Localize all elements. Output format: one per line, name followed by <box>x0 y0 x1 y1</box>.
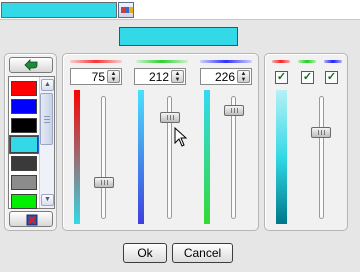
blue-channel-header <box>200 60 252 63</box>
green-slider-thumb[interactable] <box>160 112 180 123</box>
alpha-slider-thumb[interactable] <box>311 127 331 138</box>
palette-swatch-green[interactable] <box>11 194 37 209</box>
palette-swatch-red[interactable] <box>11 81 37 96</box>
palette-swatch-gray[interactable] <box>11 175 37 190</box>
red-gradient-bar <box>74 90 80 224</box>
red-value: 75 <box>91 70 105 84</box>
palette-swatch-darkgray[interactable] <box>11 156 37 171</box>
blue-value: 226 <box>214 70 235 84</box>
add-color-button[interactable] <box>9 57 53 73</box>
alpha-slider-track[interactable] <box>319 96 324 219</box>
red-value-spinner[interactable]: 75 ▲ ▼ <box>70 68 122 85</box>
delete-color-icon <box>26 214 38 226</box>
red-slider-track[interactable] <box>101 96 106 219</box>
spinner-arrows-icon[interactable]: ▲ ▼ <box>107 70 120 83</box>
color-preview <box>119 27 238 46</box>
ok-button[interactable]: Ok <box>123 243 167 263</box>
red-slider-thumb[interactable] <box>94 177 114 188</box>
scroll-down-icon[interactable]: ▼ <box>41 194 54 206</box>
green-gradient-bar <box>138 90 144 224</box>
green-value-spinner[interactable]: 212 ▲ ▼ <box>134 68 186 85</box>
cancel-button[interactable]: Cancel <box>172 243 233 263</box>
delete-color-button[interactable] <box>9 211 53 227</box>
spinner-arrows-icon[interactable]: ▲ ▼ <box>171 70 184 83</box>
alpha-gradient-bar <box>276 90 287 224</box>
blue-slider-thumb[interactable] <box>224 105 244 116</box>
palette-swatch-cyan[interactable] <box>9 135 39 154</box>
green-channel-header <box>136 60 188 63</box>
alpha-green-header <box>298 60 316 63</box>
palette-swatch-blue[interactable] <box>11 99 37 114</box>
alpha-blue-header <box>324 60 342 63</box>
green-value: 212 <box>148 70 169 84</box>
palette-swatch-black[interactable] <box>11 118 37 133</box>
color-picker-icon[interactable] <box>118 2 134 18</box>
scroll-up-icon[interactable]: ▲ <box>41 79 54 91</box>
palette-scroll-thumb[interactable] <box>40 93 53 145</box>
spinner-arrows-icon[interactable]: ▲ ▼ <box>237 70 250 83</box>
add-color-arrow-icon <box>24 59 38 71</box>
green-channel-checkbox[interactable]: ✓ <box>301 71 314 84</box>
current-color-field[interactable] <box>1 2 117 18</box>
alpha-red-header <box>272 60 290 63</box>
blue-gradient-bar <box>204 90 210 224</box>
blue-channel-checkbox[interactable]: ✓ <box>325 71 338 84</box>
blue-value-spinner[interactable]: 226 ▲ ▼ <box>200 68 252 85</box>
mouse-cursor-icon <box>174 127 188 147</box>
red-channel-checkbox[interactable]: ✓ <box>275 71 288 84</box>
red-channel-header <box>70 60 122 63</box>
